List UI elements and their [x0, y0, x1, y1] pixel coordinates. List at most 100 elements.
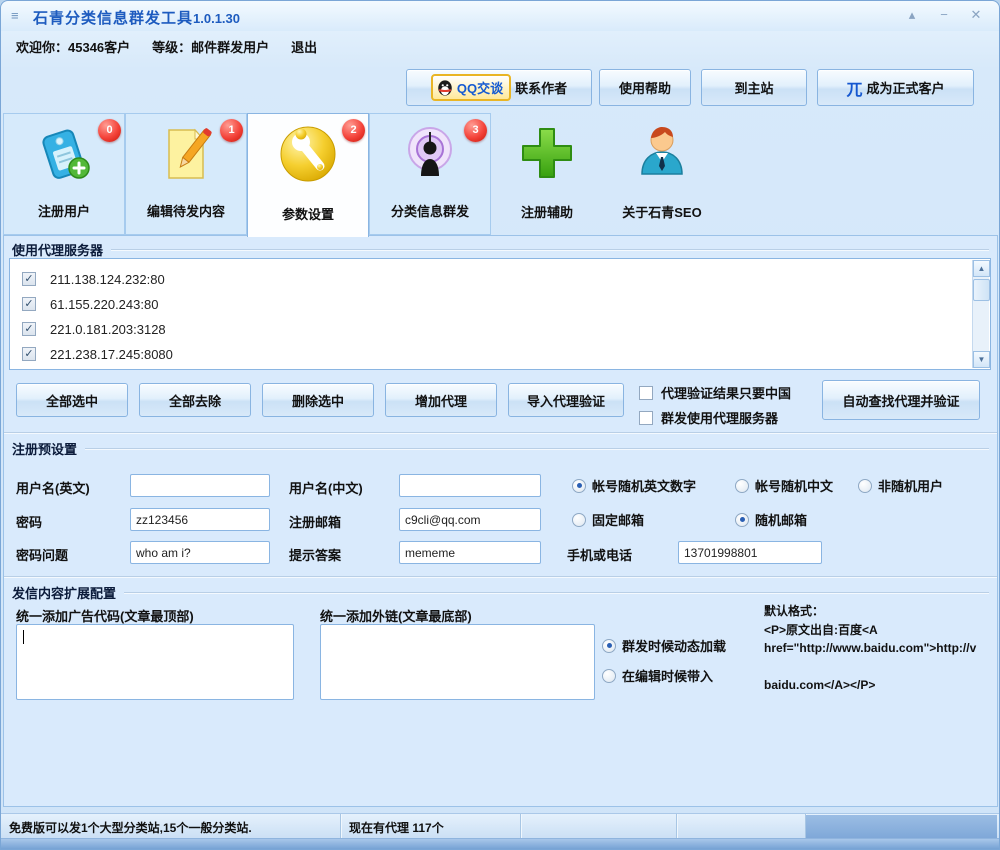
add-proxy-button[interactable]: 增加代理 — [385, 383, 497, 417]
email-field[interactable] — [399, 508, 541, 531]
username-en-field[interactable] — [130, 474, 270, 497]
tab-edit-content[interactable]: 1 编辑待发内容 — [125, 113, 247, 235]
tab-register-users[interactable]: 0 注册用户 — [3, 113, 125, 235]
app-version: 1.0.1.30 — [193, 11, 240, 26]
phone-field[interactable] — [678, 541, 822, 564]
radio-random-mail[interactable]: 随机邮箱 — [735, 510, 807, 529]
password-field[interactable] — [130, 508, 270, 531]
use-proxy-checkbox[interactable] — [639, 411, 653, 425]
register-group-title: 注册预设置 — [12, 439, 77, 458]
china-only-option[interactable]: 代理验证结果只要中国 — [639, 383, 791, 402]
logout-link[interactable]: 退出 — [291, 37, 317, 56]
proxy-server-list[interactable]: ✓ 211.138.124.232:80 ✓ 61.155.220.243:80… — [9, 258, 991, 370]
import-proxy-button[interactable]: 导入代理验证 — [508, 383, 624, 417]
proxy-row[interactable]: ✓ 221.0.181.203:3128 — [10, 317, 166, 341]
proxy-checkbox[interactable]: ✓ — [22, 297, 36, 311]
wrench-ball-icon — [276, 122, 340, 186]
status-empty-segment — [521, 814, 677, 840]
username-cn-field[interactable] — [399, 474, 541, 497]
group-line — [85, 448, 989, 450]
scroll-up-icon[interactable]: ▲ — [973, 260, 990, 277]
tab-mass-send[interactable]: 3 分类信息群发 — [369, 113, 491, 235]
badge-0: 0 — [98, 119, 121, 142]
minimize-to-tray-icon[interactable]: ▴ — [903, 6, 921, 24]
title-bar: ≡ 石青分类信息群发工具1.0.1.30 ▴ − ✕ — [1, 1, 999, 31]
proxy-row[interactable]: ✓ 221.238.17.245:8080 — [10, 342, 173, 366]
minimize-icon[interactable]: − — [935, 6, 953, 24]
ad-code-label: 统一添加广告代码(文章最顶部) — [16, 606, 194, 625]
question-field[interactable] — [130, 541, 270, 564]
ad-code-textarea[interactable] — [16, 624, 294, 700]
email-label: 注册邮箱 — [289, 512, 341, 531]
green-plus-icon — [515, 121, 579, 185]
help-button[interactable]: 使用帮助 — [599, 69, 691, 106]
tag-add-icon — [32, 122, 96, 186]
window-controls: ▴ − ✕ — [903, 6, 985, 24]
add-proxy-label: 增加代理 — [415, 391, 467, 410]
delete-selected-button[interactable]: 删除选中 — [262, 383, 374, 417]
close-icon[interactable]: ✕ — [967, 6, 985, 24]
text-cursor — [23, 630, 24, 644]
china-only-checkbox[interactable] — [639, 386, 653, 400]
radio-random-english[interactable]: 帐号随机英文数字 — [572, 476, 696, 495]
proxy-row[interactable]: ✓ 211.138.124.232:80 — [10, 267, 165, 291]
status-proxy-count-text: 现在有代理 117个 — [349, 819, 444, 836]
app-title-text: 石青分类信息群发工具 — [33, 10, 193, 27]
ext-link-textarea[interactable] — [320, 624, 595, 700]
contact-author-button[interactable]: QQ交谈 联系作者 — [406, 69, 592, 106]
tab-about[interactable]: 关于石青SEO — [603, 113, 721, 235]
become-customer-button[interactable]: 兀 成为正式客户 — [817, 69, 974, 106]
remove-all-button[interactable]: 全部去除 — [139, 383, 251, 417]
welcome-user: 欢迎你：45346客户 — [16, 37, 130, 56]
scroll-down-icon[interactable]: ▼ — [973, 351, 990, 368]
proxy-checkbox[interactable]: ✓ — [22, 347, 36, 361]
qq-chat-label: QQ交谈 — [457, 78, 503, 97]
settings-panel: 使用代理服务器 ✓ 211.138.124.232:80 ✓ 61.155.22… — [3, 235, 998, 807]
broadcast-icon — [398, 122, 462, 186]
radio-nonrandom-user[interactable]: 非随机用户 — [858, 476, 943, 495]
welcome-row: 欢迎你：45346客户 等级：邮件群发用户 退出 — [16, 37, 317, 56]
list-scrollbar[interactable]: ▲ ▼ — [972, 260, 989, 368]
radio-icon — [602, 669, 616, 683]
select-all-button[interactable]: 全部选中 — [16, 383, 128, 417]
proxy-checkbox[interactable]: ✓ — [22, 322, 36, 336]
answer-label: 提示答案 — [289, 545, 341, 564]
radio-icon — [735, 479, 749, 493]
tab-label: 注册辅助 — [491, 202, 603, 221]
main-site-button[interactable]: 到主站 — [701, 69, 807, 106]
radio-fixed-mail-label: 固定邮箱 — [592, 510, 644, 529]
radio-edit-insert[interactable]: 在编辑时候带入 — [602, 666, 713, 685]
proxy-checkbox[interactable]: ✓ — [22, 272, 36, 286]
window-title: 石青分类信息群发工具1.0.1.30 — [33, 7, 240, 28]
radio-random-chinese[interactable]: 帐号随机中文 — [735, 476, 833, 495]
proxy-row[interactable]: ✓ 124.164.247.43:3128 — [10, 365, 173, 370]
delete-selected-label: 删除选中 — [292, 391, 344, 410]
username-en-label: 用户名(英文) — [16, 478, 90, 497]
default-format-text: 默认格式： <P>原文出自:百度<A href="http://www.baid… — [764, 602, 978, 695]
username-cn-label: 用户名(中文) — [289, 478, 363, 497]
main-site-label: 到主站 — [734, 78, 773, 97]
proxy-address: 124.164.247.43:3128 — [50, 370, 173, 371]
answer-field[interactable] — [399, 541, 541, 564]
select-all-label: 全部选中 — [46, 391, 98, 410]
use-proxy-option[interactable]: 群发使用代理服务器 — [639, 408, 778, 427]
radio-fixed-mail[interactable]: 固定邮箱 — [572, 510, 644, 529]
phone-label: 手机或电话 — [567, 545, 632, 564]
scroll-thumb[interactable] — [973, 279, 990, 301]
ext-link-label: 统一添加外链(文章最底部) — [320, 606, 472, 625]
qq-chat-badge[interactable]: QQ交谈 — [431, 74, 511, 101]
tab-register-assist[interactable]: 注册辅助 — [491, 113, 603, 235]
auto-find-proxy-label: 自动查找代理并验证 — [842, 391, 959, 410]
app-window: ≡ 石青分类信息群发工具1.0.1.30 ▴ − ✕ 欢迎你：45346客户 等… — [0, 0, 1000, 850]
badge-1: 1 — [220, 119, 243, 142]
section-divider — [4, 432, 997, 434]
tab-settings[interactable]: 2 参数设置 — [247, 113, 369, 237]
tab-label: 注册用户 — [4, 201, 124, 220]
auto-find-proxy-button[interactable]: 自动查找代理并验证 — [822, 380, 980, 420]
china-only-label: 代理验证结果只要中国 — [661, 383, 791, 402]
use-proxy-label: 群发使用代理服务器 — [661, 408, 778, 427]
radio-icon — [572, 479, 586, 493]
proxy-row[interactable]: ✓ 61.155.220.243:80 — [10, 292, 158, 316]
tab-label: 分类信息群发 — [370, 201, 490, 220]
radio-dynamic-load[interactable]: 群发时候动态加载 — [602, 636, 726, 655]
